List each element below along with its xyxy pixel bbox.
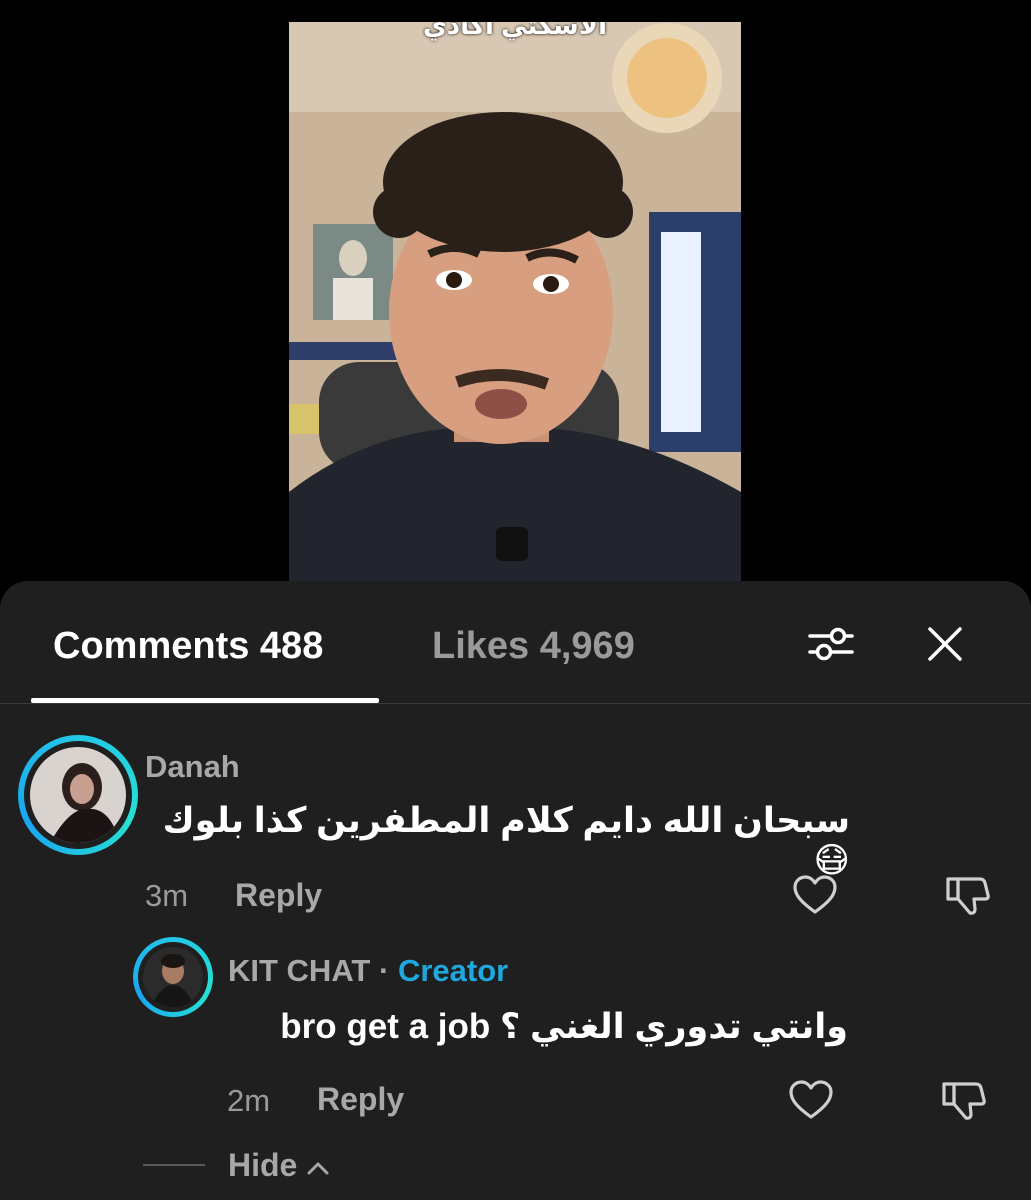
- tab-bar: Comments 488 Likes 4,969: [0, 581, 1031, 705]
- tab-likes[interactable]: Likes 4,969: [432, 625, 635, 668]
- hide-divider: [143, 1164, 205, 1166]
- reply-username-line: KIT CHAT · Creator: [228, 953, 508, 989]
- sliders-icon[interactable]: [806, 619, 856, 669]
- tab-comments[interactable]: Comments 488: [53, 625, 323, 668]
- comments-sheet: Comments 488 Likes 4,969 Danah سبحان الل…: [0, 581, 1031, 1200]
- thumbs-down-icon[interactable]: [944, 871, 992, 919]
- heart-icon[interactable]: [787, 1076, 835, 1124]
- comment-text: سبحان الله دايم كلام المطفرين كذا بلوك 😷: [162, 801, 850, 880]
- comment-time: 3m: [145, 878, 189, 913]
- close-icon[interactable]: [920, 619, 970, 669]
- chevron-up-icon: [307, 1162, 329, 1175]
- creator-badge: Creator: [397, 953, 509, 988]
- avatar[interactable]: [143, 947, 203, 1007]
- hide-label: Hide: [228, 1147, 298, 1183]
- avatar[interactable]: [30, 747, 126, 843]
- tabs-divider: [0, 703, 1031, 704]
- video-caption: الاسكتي اكادي: [422, 22, 608, 40]
- reply-username[interactable]: KIT CHAT: [228, 953, 370, 988]
- hide-replies-button[interactable]: Hide: [228, 1147, 330, 1184]
- reply-button[interactable]: Reply: [235, 877, 322, 914]
- video-scene: [289, 22, 741, 585]
- reply-time: 2m: [227, 1083, 271, 1118]
- comment-username[interactable]: Danah: [145, 749, 240, 785]
- reply-button[interactable]: Reply: [317, 1081, 404, 1118]
- heart-icon[interactable]: [791, 871, 839, 919]
- thumbs-down-icon[interactable]: [940, 1076, 988, 1124]
- separator-dot: ·: [378, 953, 390, 988]
- video-frame[interactable]: الاسكتي اكادي: [289, 22, 741, 585]
- video-area[interactable]: الاسكتي اكادي: [0, 0, 1031, 585]
- reply-text: وانتي تدوري الغني ؟ bro get a job: [280, 1007, 848, 1046]
